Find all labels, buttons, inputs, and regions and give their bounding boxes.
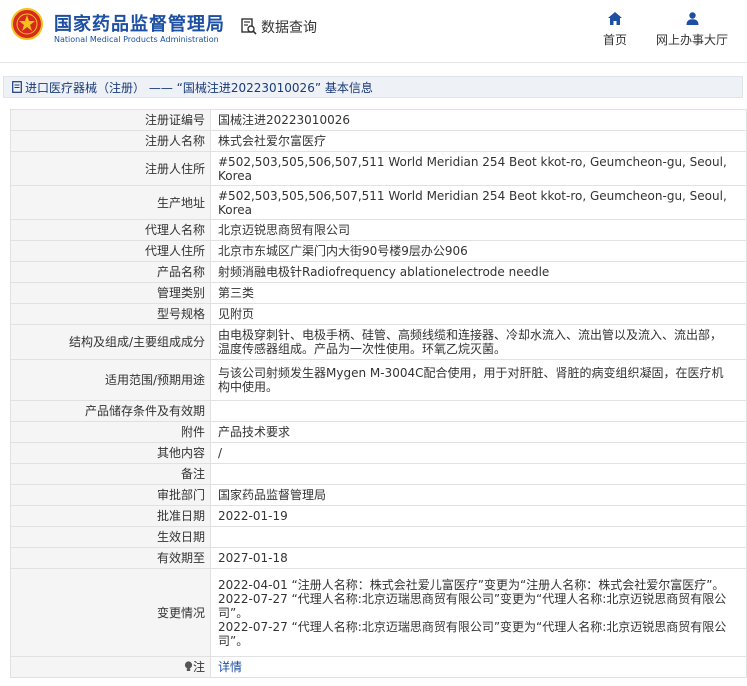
change-history: 2022-04-01 “注册人名称：株式会社爱儿富医疗”变更为“注册人名称：株式… — [210, 568, 747, 657]
document-icon — [12, 81, 22, 93]
change-entry: 2022-04-01 “注册人名称：株式会社爱儿富医疗”变更为“注册人名称：株式… — [218, 577, 725, 592]
field-value: 北京迈锐思商贸有限公司 — [210, 219, 747, 241]
field-value: 与该公司射频发生器Mygen M-3004C配合使用，用于对肝脏、肾脏的病变组织… — [210, 359, 747, 401]
field-value: / — [210, 442, 747, 464]
data-query-link[interactable]: 数据查询 — [240, 17, 317, 37]
site-header: 国家药品监督管理局 National Medical Products Admi… — [0, 0, 747, 63]
table-row: 代理人住所 北京市东城区广渠门内大街90号楼9层办公906 — [10, 240, 747, 262]
field-label: 结构及组成/主要组成成分 — [10, 324, 211, 360]
field-label: 注册人名称 — [10, 130, 211, 152]
field-value: 2027-01-18 — [210, 547, 747, 569]
field-label: 备注 — [10, 463, 211, 485]
table-row: 其他内容 / — [10, 442, 747, 464]
field-label: 有效期至 — [10, 547, 211, 569]
registration-detail-table: 注册证编号 国械注进20223010026 注册人名称 株式会社爱尔富医疗 注册… — [10, 109, 747, 678]
table-row: 管理类别 第三类 — [10, 282, 747, 304]
nav-online-service-label: 网上办事大厅 — [656, 33, 729, 47]
field-value: 第三类 — [210, 282, 747, 304]
table-row: 代理人名称 北京迈锐思商贸有限公司 — [10, 219, 747, 241]
field-value — [210, 400, 747, 422]
field-label: 注册人住所 — [10, 151, 211, 186]
user-icon — [686, 12, 698, 25]
breadcrumb: 进口医疗器械（注册） —— “国械注进20223010026” 基本信息 — [3, 76, 743, 98]
table-row: 审批部门 国家药品监督管理局 — [10, 484, 747, 506]
table-row: 附件 产品技术要求 — [10, 421, 747, 443]
note-label: 注 — [192, 660, 205, 674]
table-row: 注册人住所 #502,503,505,506,507,511 World Mer… — [10, 151, 747, 186]
field-label: 其他内容 — [10, 442, 211, 464]
table-row-changes: 变更情况 2022-04-01 “注册人名称：株式会社爱儿富医疗”变更为“注册人… — [10, 568, 747, 657]
field-label: 生效日期 — [10, 526, 211, 548]
field-label: 代理人住所 — [10, 240, 211, 262]
field-label: 管理类别 — [10, 282, 211, 304]
field-label: 产品名称 — [10, 261, 211, 283]
field-label: 附件 — [10, 421, 211, 443]
field-value: 国械注进20223010026 — [210, 109, 747, 131]
table-row: 产品储存条件及有效期 — [10, 400, 747, 422]
data-query-label: 数据查询 — [261, 20, 317, 36]
field-label: 代理人名称 — [10, 219, 211, 241]
nav-online-service[interactable]: 网上办事大厅 — [656, 12, 728, 48]
table-row: 产品名称 射频消融电极针Radiofrequency ablationelect… — [10, 261, 747, 283]
table-row: 型号规格 见附页 — [10, 303, 747, 325]
field-label: 型号规格 — [10, 303, 211, 325]
field-value: 由电极穿刺针、电极手柄、硅管、高频线缆和连接器、冷却水流入、流出管以及流入、流出… — [210, 324, 747, 360]
table-row: 批准日期 2022-01-19 — [10, 505, 747, 527]
table-row: 有效期至 2027-01-18 — [10, 547, 747, 569]
field-value: 北京市东城区广渠门内大街90号楼9层办公906 — [210, 240, 747, 262]
site-title-cn[interactable]: 国家药品监督管理局 — [54, 10, 225, 36]
field-label: 审批部门 — [10, 484, 211, 506]
field-value: #502,503,505,506,507,511 World Meridian … — [210, 151, 747, 186]
note-value-cell: 详情 — [210, 656, 747, 678]
change-entry: 2022-07-27 “代理人名称:北京迈瑞思商贸有限公司”变更为“代理人名称:… — [218, 591, 727, 620]
field-value: 国家药品监督管理局 — [210, 484, 747, 506]
lightbulb-icon — [184, 661, 193, 671]
search-document-icon — [241, 18, 257, 35]
change-entry: 2022-07-27 “代理人名称:北京迈瑞思商贸有限公司”变更为“代理人名称:… — [218, 619, 727, 648]
home-icon — [608, 12, 622, 25]
nav-home[interactable]: 首页 — [603, 12, 627, 48]
field-value: 2022-01-19 — [210, 505, 747, 527]
note-label-cell: 注 — [10, 656, 211, 678]
table-row: 结构及组成/主要组成成分 由电极穿刺针、电极手柄、硅管、高频线缆和连接器、冷却水… — [10, 324, 747, 360]
table-row: 注册证编号 国械注进20223010026 — [10, 109, 747, 131]
details-link[interactable]: 详情 — [218, 660, 242, 674]
field-value: #502,503,505,506,507,511 World Meridian … — [210, 185, 747, 220]
breadcrumb-text: 进口医疗器械（注册） —— “国械注进20223010026” 基本信息 — [25, 80, 373, 95]
field-label: 批准日期 — [10, 505, 211, 527]
table-row: 注册人名称 株式会社爱尔富医疗 — [10, 130, 747, 152]
table-row: 备注 — [10, 463, 747, 485]
nav-home-label: 首页 — [603, 33, 628, 47]
field-label: 注册证编号 — [10, 109, 211, 131]
field-label: 产品储存条件及有效期 — [10, 400, 211, 422]
table-row: 适用范围/预期用途 与该公司射频发生器Mygen M-3004C配合使用，用于对… — [10, 359, 747, 401]
field-value — [210, 463, 747, 485]
field-label: 生产地址 — [10, 185, 211, 220]
table-row: 生产地址 #502,503,505,506,507,511 World Meri… — [10, 185, 747, 220]
nmpa-emblem-icon — [11, 8, 43, 40]
field-value — [210, 526, 747, 548]
field-value: 株式会社爱尔富医疗 — [210, 130, 747, 152]
table-row-note: 注 详情 — [10, 656, 747, 678]
field-label: 适用范围/预期用途 — [10, 359, 211, 401]
table-row: 生效日期 — [10, 526, 747, 548]
site-title-en: National Medical Products Administration — [54, 35, 219, 44]
field-value: 射频消融电极针Radiofrequency ablationelectrode … — [210, 261, 747, 283]
field-label: 变更情况 — [10, 568, 211, 657]
field-value: 产品技术要求 — [210, 421, 747, 443]
field-value: 见附页 — [210, 303, 747, 325]
